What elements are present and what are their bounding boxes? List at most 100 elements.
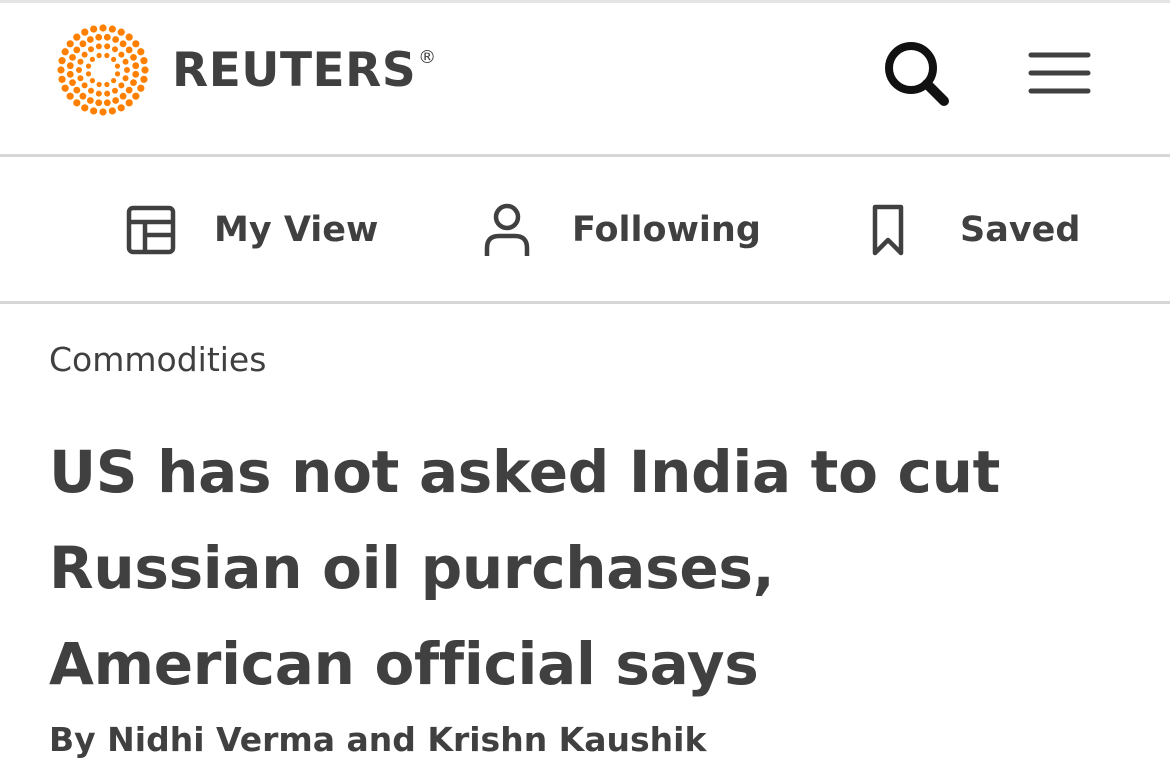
nav-my-view[interactable]: My View: [124, 201, 378, 259]
logo-dot: [66, 62, 74, 70]
nav-divider: [0, 301, 1170, 304]
nav-saved-label: Saved: [960, 210, 1081, 250]
logo-dot: [73, 86, 81, 94]
logo-dot: [96, 52, 102, 59]
user-nav-bar: My View Following Saved: [0, 157, 1170, 301]
logo-dot: [132, 70, 140, 78]
logo-dot: [99, 24, 107, 32]
logo-dot: [69, 53, 76, 61]
article-header: Commodities US has not asked India to cu…: [49, 340, 1129, 759]
logo-dot: [85, 63, 92, 69]
logo-dot: [76, 67, 82, 73]
logo-dot: [137, 84, 145, 92]
logo-dot: [117, 28, 125, 36]
logo-dot: [66, 70, 74, 78]
section-link[interactable]: Commodities: [49, 340, 266, 380]
logo-dot: [104, 90, 111, 97]
article-byline: By Nidhi Verma and Krishn Kaushik: [49, 719, 707, 759]
logo-dot: [125, 46, 133, 54]
logo-dot: [81, 82, 88, 89]
logo-dot: [85, 71, 92, 77]
logo-dot: [124, 67, 130, 73]
search-icon[interactable]: [878, 35, 954, 111]
bookmark-icon: [872, 204, 904, 256]
logo-dot: [73, 46, 81, 54]
logo-dot: [104, 52, 110, 59]
logo-dot: [81, 28, 89, 36]
logo-dot: [90, 25, 98, 33]
logo-dot: [111, 56, 117, 62]
nav-following-label: Following: [572, 210, 761, 250]
logo-dot: [95, 99, 103, 107]
layout-icon: [126, 205, 176, 255]
logo-dot: [130, 79, 137, 87]
hamburger-menu-icon[interactable]: [1024, 45, 1096, 101]
site-header: REUTERS ®: [0, 3, 1170, 155]
logo-dot: [125, 99, 133, 107]
logo-dot: [95, 90, 102, 97]
logo-dot: [132, 62, 140, 70]
logo-dot: [130, 53, 137, 61]
logo-dot: [89, 78, 95, 84]
logo-dot: [58, 57, 66, 65]
logo-dot: [132, 92, 140, 100]
logo-dot: [79, 92, 87, 100]
logo-dot: [104, 43, 111, 50]
logo-dot: [69, 79, 76, 87]
logo-dot: [114, 71, 121, 77]
logo-dot: [125, 33, 133, 41]
logo-dot: [118, 82, 125, 89]
logo-dot: [86, 97, 94, 104]
nav-saved[interactable]: Saved: [866, 201, 1080, 259]
article-headline: US has not asked India to cut Russian oi…: [49, 437, 1001, 698]
logo-dot: [141, 66, 149, 74]
nav-following[interactable]: Following: [478, 201, 761, 259]
brand-name: REUTERS: [172, 42, 417, 98]
logo-dot: [99, 108, 107, 116]
logo-dot: [118, 51, 125, 58]
reuters-logo-link[interactable]: REUTERS ®: [52, 23, 437, 117]
logo-dot: [86, 36, 94, 43]
reuters-logo-icon: [57, 24, 149, 116]
logo-dot: [108, 107, 116, 115]
logo-dot: [112, 46, 118, 53]
logo-dot: [89, 56, 95, 62]
logo-dot: [88, 46, 94, 53]
logo-dot: [132, 40, 140, 48]
logo-dot: [111, 78, 117, 84]
logo-dot: [95, 43, 102, 50]
registered-mark: ®: [418, 46, 437, 68]
logo-dot: [103, 99, 111, 107]
logo-dot: [77, 75, 84, 82]
logo-dot: [61, 48, 69, 56]
logo-dot: [137, 48, 145, 56]
person-icon: [484, 203, 530, 256]
logo-dot: [73, 99, 81, 107]
logo-dot: [103, 33, 111, 41]
logo-dot: [122, 75, 129, 82]
logo-dot: [79, 40, 87, 48]
logo-dot: [112, 87, 118, 94]
logo-dot: [73, 33, 81, 41]
brand-wordmark: REUTERS ®: [172, 47, 437, 94]
logo-dot: [77, 58, 84, 65]
logo-dot: [57, 66, 65, 74]
logo-dot: [96, 81, 102, 88]
logo-dot: [112, 97, 120, 104]
logo-dot: [114, 63, 121, 69]
logo-dot: [104, 81, 110, 88]
logo-dot: [90, 107, 98, 115]
logo-dot: [117, 104, 125, 112]
logo-dot: [108, 25, 116, 33]
logo-dot: [66, 40, 74, 48]
logo-dot: [125, 86, 133, 94]
logo-dot: [88, 87, 94, 94]
logo-dot: [58, 75, 66, 83]
logo-dot: [140, 57, 148, 65]
logo-dot: [119, 92, 127, 100]
logo-dot: [140, 75, 148, 83]
logo-dot: [122, 58, 129, 65]
logo-dot: [81, 104, 89, 112]
logo-dot: [119, 40, 127, 48]
nav-my-view-label: My View: [214, 210, 379, 250]
